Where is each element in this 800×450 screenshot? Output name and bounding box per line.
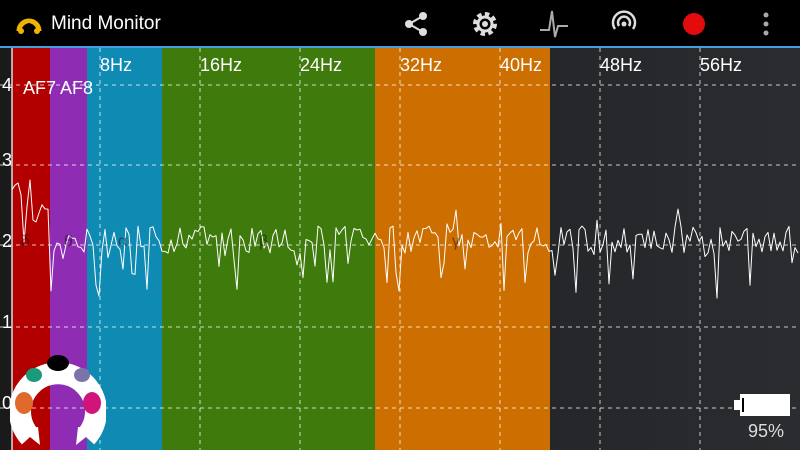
- mind-monitor-screen: { "app": { "title": "Mind Monitor" }, "t…: [0, 0, 800, 450]
- freq-label-48hz: 48Hz: [600, 55, 643, 75]
- headband-app-icon: [16, 18, 42, 34]
- sensor-dot-center: [47, 355, 69, 371]
- overflow-menu-icon[interactable]: [750, 8, 782, 40]
- y-label-4: 4: [2, 75, 13, 95]
- freq-label-56hz: 56Hz: [700, 55, 743, 75]
- app-title: Mind Monitor: [51, 13, 161, 34]
- headband-sensor-status-icon[interactable]: [10, 351, 106, 445]
- app-bar: Mind Monitor: [0, 0, 800, 48]
- battery-percent: 95%: [748, 421, 785, 441]
- y-label-3: 3: [2, 150, 13, 170]
- freq-label-32hz: 32Hz: [400, 55, 443, 75]
- freq-label-8hz: 8Hz: [100, 55, 133, 75]
- record-icon[interactable]: [678, 8, 710, 40]
- band-symbol-theta: θ: [64, 233, 73, 250]
- signal-broadcast-icon[interactable]: [608, 8, 640, 40]
- band-symbol-alpha: α: [118, 233, 128, 250]
- band-symbol-beta: β: [259, 233, 269, 250]
- share-icon[interactable]: [400, 8, 432, 40]
- sensor-dot-af8: [74, 368, 90, 382]
- freq-label-40hz: 40Hz: [500, 55, 543, 75]
- band-symbol-gamma: γ: [452, 233, 460, 250]
- sensor-dot-af7: [26, 368, 42, 382]
- sensor-dot-tp9: [15, 392, 33, 414]
- y-label-1: 1: [2, 312, 13, 332]
- band-symbol-delta: δ: [21, 233, 30, 250]
- band-gamma: [375, 48, 550, 450]
- sensor-dot-tp10: [83, 392, 101, 414]
- battery-icon: [734, 394, 790, 416]
- settings-gear-icon[interactable]: [469, 8, 501, 40]
- y-label-2: 2: [2, 231, 13, 251]
- waveform-icon[interactable]: [538, 8, 570, 40]
- sensor-labels: AF7 AF8: [23, 78, 94, 98]
- freq-label-24hz: 24Hz: [300, 55, 343, 75]
- freq-label-16hz: 16Hz: [200, 55, 243, 75]
